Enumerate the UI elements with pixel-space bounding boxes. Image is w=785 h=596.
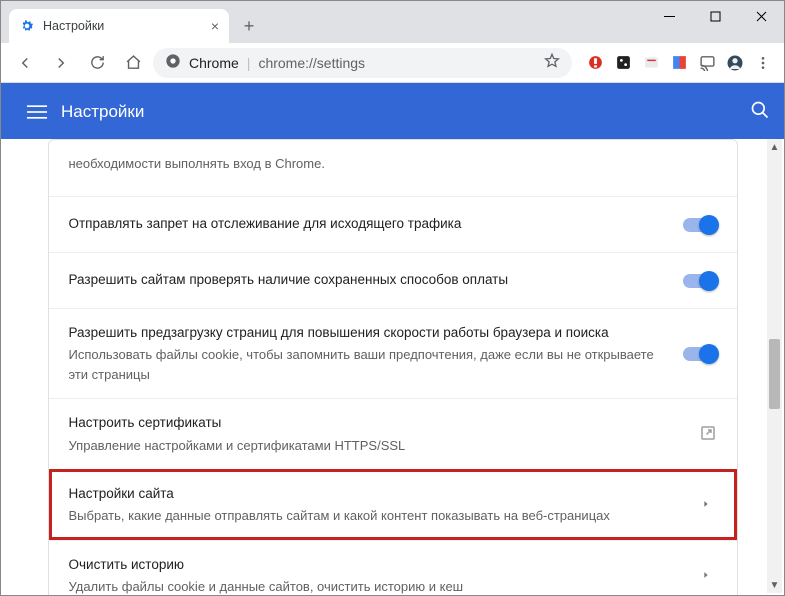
minimize-button[interactable] [646,1,692,31]
back-button[interactable] [9,47,41,79]
url-host: Chrome [189,55,239,71]
row-label: Разрешить предзагрузку страниц для повыш… [69,323,671,343]
row-sub: Управление настройками и сертификатами H… [69,436,687,456]
row-label: Настроить сертификаты [69,413,687,433]
privacy-card: необходимости выполнять вход в Chrome. О… [48,139,738,595]
extension-icons [582,50,776,76]
maximize-button[interactable] [692,1,738,31]
row-label: Разрешить сайтам проверять наличие сохра… [69,270,671,290]
external-link-icon [699,424,717,445]
row-sub: Удалить файлы cookie и данные сайтов, оч… [69,577,689,595]
page-scrollbar[interactable]: ▲ ▼ [767,139,782,593]
row-site-settings[interactable]: Настройки сайта Выбрать, какие данные от… [49,469,737,540]
settings-header: Настройки [1,83,784,139]
new-tab-button[interactable]: + [235,12,263,40]
hamburger-menu-button[interactable] [17,102,57,122]
star-icon[interactable] [544,53,560,72]
window-titlebar: Настройки × + [1,1,784,43]
scroll-up-arrow[interactable]: ▲ [767,139,782,155]
close-tab-icon[interactable]: × [211,19,219,33]
gear-icon [19,18,35,34]
profile-icon[interactable] [722,50,748,76]
close-window-button[interactable] [738,1,784,31]
row-preload-pages[interactable]: Разрешить предзагрузку страниц для повыш… [49,308,737,398]
row-label: Отправлять запрет на отслеживание для ис… [69,214,671,234]
url-path: chrome://settings [258,55,365,71]
extension-icon-3[interactable] [638,50,664,76]
toggle-do-not-track[interactable] [683,218,717,232]
extension-icon-1[interactable] [582,50,608,76]
address-bar[interactable]: Chrome | chrome://settings [153,48,572,78]
row-sub: Использовать файлы cookie, чтобы запомни… [69,345,671,384]
toggle-preload[interactable] [683,347,717,361]
row-do-not-track[interactable]: Отправлять запрет на отслеживание для ис… [49,196,737,252]
search-button[interactable] [750,100,770,123]
chrome-icon [165,53,181,72]
content-area: необходимости выполнять вход в Chrome. О… [1,139,784,595]
browser-toolbar: Chrome | chrome://settings [1,43,784,83]
forward-button[interactable] [45,47,77,79]
row-sub: необходимости выполнять вход в Chrome. [69,154,717,174]
window-controls [646,1,784,31]
tab-title: Настройки [43,19,104,33]
row-label: Очистить историю [69,555,689,575]
row-clear-browsing-data[interactable]: Очистить историю Удалить файлы cookie и … [49,540,737,595]
row-payment-methods[interactable]: Разрешить сайтам проверять наличие сохра… [49,252,737,308]
row-sync-truncated: необходимости выполнять вход в Chrome. [49,140,737,196]
reload-button[interactable] [81,47,113,79]
extension-icon-4[interactable] [666,50,692,76]
scroll-down-arrow[interactable]: ▼ [767,577,782,593]
extension-icon-2[interactable] [610,50,636,76]
chevron-right-icon [701,568,717,583]
row-manage-certificates[interactable]: Настроить сертификаты Управление настрой… [49,398,737,469]
home-button[interactable] [117,47,149,79]
row-label: Настройки сайта [69,484,689,504]
row-sub: Выбрать, какие данные отправлять сайтам … [69,506,689,526]
scroll-thumb[interactable] [769,339,780,409]
page-title: Настройки [61,102,144,122]
toggle-payment-methods[interactable] [683,274,717,288]
browser-tab[interactable]: Настройки × [9,9,229,43]
cast-icon[interactable] [694,50,720,76]
chevron-right-icon [701,497,717,512]
menu-icon[interactable] [750,50,776,76]
